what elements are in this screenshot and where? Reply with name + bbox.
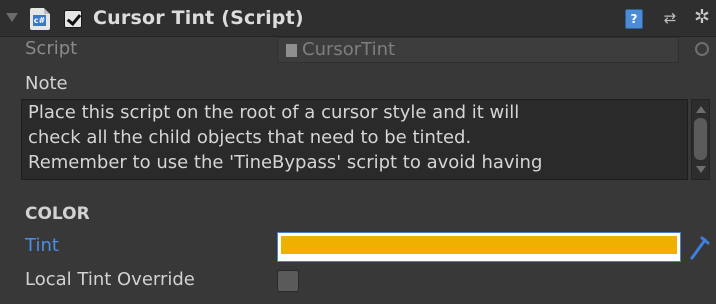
object-picker-icon[interactable]: [695, 42, 709, 56]
script-icon-label: c#: [33, 15, 46, 26]
section-header-color: COLOR: [25, 204, 90, 224]
gear-icon[interactable]: ✲: [692, 7, 712, 27]
scroll-thumb[interactable]: [694, 118, 707, 160]
tint-label: Tint: [25, 235, 59, 256]
preset-sliders-icon[interactable]: ⇄: [662, 10, 678, 26]
local-tint-override-checkbox[interactable]: [277, 270, 299, 292]
script-field-value: CursorTint: [302, 39, 396, 60]
component-header[interactable]: c# Cursor Tint (Script) ? ⇄ ✲: [0, 0, 716, 37]
inspector-panel: c# Cursor Tint (Script) ? ⇄ ✲ Script Cur…: [0, 0, 716, 304]
note-text: Place this script on the root of a curso…: [28, 102, 543, 173]
cs-script-icon: c#: [30, 8, 50, 30]
component-title: Cursor Tint (Script): [93, 7, 304, 29]
eyedropper-icon[interactable]: [688, 232, 710, 262]
note-scrollbar[interactable]: [691, 99, 710, 180]
help-book-icon[interactable]: ?: [625, 9, 643, 29]
script-file-icon: [286, 44, 297, 57]
script-label: Script: [25, 38, 78, 59]
scroll-down-arrow-icon[interactable]: [696, 166, 706, 173]
foldout-arrow-icon[interactable]: [6, 13, 18, 22]
note-label: Note: [25, 73, 68, 94]
local-tint-override-label: Local Tint Override: [25, 269, 195, 290]
tint-color-swatch: [281, 236, 677, 254]
tint-color-field[interactable]: [277, 232, 681, 262]
component-enabled-checkbox[interactable]: [64, 10, 82, 28]
scroll-up-arrow-icon[interactable]: [696, 106, 706, 113]
script-object-field[interactable]: CursorTint: [277, 37, 679, 63]
note-textarea[interactable]: Place this script on the root of a curso…: [21, 99, 688, 180]
tint-alpha-bar: [281, 256, 677, 259]
